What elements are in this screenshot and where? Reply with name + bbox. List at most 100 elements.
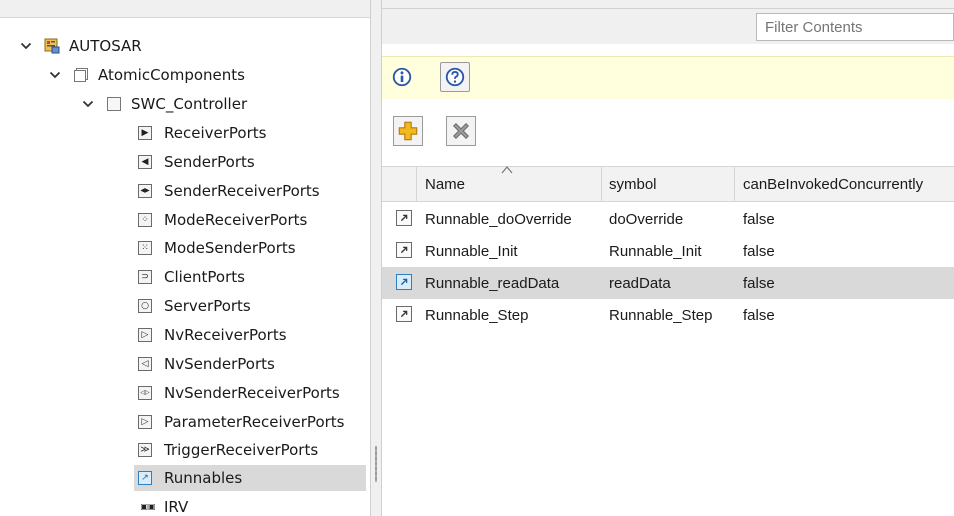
tree-item-irv[interactable]: ▣▣ IRV <box>138 494 188 516</box>
tree-item-label: ParameterReceiverPorts <box>164 413 345 431</box>
tree-node-autosar[interactable]: AUTOSAR <box>18 33 142 59</box>
runnable-icon <box>396 306 412 322</box>
tree-item-label: TriggerReceiverPorts <box>164 441 319 459</box>
tree-node-label: AtomicComponents <box>98 66 245 84</box>
column-header-label: canBeInvokedConcurrently <box>743 175 924 193</box>
tree-item-receiver-ports[interactable]: ▶ ReceiverPorts <box>138 120 266 146</box>
cell-concurrent[interactable]: false <box>743 267 775 299</box>
content-pane: Name symbol canBeInvokedConcurrently Run… <box>382 0 954 516</box>
receiver-port-icon: ▶ <box>138 126 152 140</box>
autosar-package-icon <box>44 38 60 54</box>
tree-item-label: NvSenderReceiverPorts <box>164 384 340 402</box>
tree-item-label: ModeReceiverPorts <box>164 211 308 229</box>
chevron-down-icon[interactable] <box>18 38 34 54</box>
table-row[interactable]: Runnable_Init Runnable_Init false <box>382 235 954 267</box>
tree-item-nv-sender-receiver-ports[interactable]: ◁▷ NvSenderReceiverPorts <box>138 380 340 406</box>
tree-node-swc-controller[interactable]: SWC_Controller <box>80 91 247 117</box>
column-separator[interactable] <box>734 167 735 201</box>
add-button[interactable] <box>393 116 423 146</box>
tree-item-nv-sender-ports[interactable]: ◁ NvSenderPorts <box>138 351 275 377</box>
tree-item-label: NvReceiverPorts <box>164 326 287 344</box>
tree-item-mode-receiver-ports[interactable]: ⁘ ModeReceiverPorts <box>138 207 307 233</box>
cell-name: Runnable_readData <box>425 274 560 292</box>
tree-item-label: SenderReceiverPorts <box>164 182 320 200</box>
tree-item-runnables[interactable]: ↗ Runnables <box>134 465 366 491</box>
trigger-receiver-port-icon: ≫ <box>138 443 152 457</box>
parameter-receiver-port-icon: ▷ <box>138 415 152 429</box>
pane-splitter[interactable] <box>370 0 382 516</box>
column-header-label: symbol <box>609 175 657 193</box>
tree-item-label: ModeSenderPorts <box>164 239 296 257</box>
tree-item-mode-sender-ports[interactable]: ⁙ ModeSenderPorts <box>138 235 296 261</box>
filter-toolbar <box>382 0 954 44</box>
tree-item-label: SenderPorts <box>164 153 255 171</box>
sender-receiver-port-icon: ◀▶ <box>138 184 152 198</box>
column-separator[interactable] <box>601 167 602 201</box>
tree-item-nv-receiver-ports[interactable]: ▷ NvReceiverPorts <box>138 322 287 348</box>
delete-icon <box>453 123 469 139</box>
component-icon <box>106 96 122 112</box>
column-separator <box>416 167 417 201</box>
cell-name: Runnable_Init <box>425 242 518 260</box>
irv-icon: ▣▣ <box>140 502 156 511</box>
tree-item-client-ports[interactable]: ⊃ ClientPorts <box>138 264 245 290</box>
tree-item-label: NvSenderPorts <box>164 355 275 373</box>
tree-item-parameter-receiver-ports[interactable]: ▷ ParameterReceiverPorts <box>138 409 344 435</box>
model-tree: AUTOSAR AtomicComponents SWC_Controller … <box>0 0 370 516</box>
mode-sender-port-icon: ⁙ <box>138 241 152 255</box>
column-header-label: Name <box>425 175 466 193</box>
runnable-icon <box>396 274 412 290</box>
tree-node-label: AUTOSAR <box>69 37 142 55</box>
tree-item-sender-ports[interactable]: ◀ SenderPorts <box>138 149 255 175</box>
runnable-icon <box>396 210 412 226</box>
nv-sender-port-icon: ◁ <box>138 357 152 371</box>
tree-item-label: ClientPorts <box>164 268 245 286</box>
cell-concurrent[interactable]: false <box>743 235 775 267</box>
divider <box>382 8 954 9</box>
cell-concurrent[interactable]: false <box>743 203 775 235</box>
table-header: Name symbol canBeInvokedConcurrently <box>382 166 954 202</box>
filter-contents-input[interactable] <box>756 13 954 41</box>
tree-node-atomic-components[interactable]: AtomicComponents <box>47 62 245 88</box>
help-icon <box>445 67 465 87</box>
client-port-icon: ⊃ <box>138 270 152 284</box>
add-icon <box>398 121 418 141</box>
nv-sender-receiver-port-icon: ◁▷ <box>138 386 152 400</box>
cell-concurrent[interactable]: false <box>743 299 775 331</box>
sender-port-icon: ◀ <box>138 155 152 169</box>
runnables-table: Name symbol canBeInvokedConcurrently Run… <box>382 166 954 331</box>
tree-node-label: SWC_Controller <box>131 95 248 113</box>
runnable-icon <box>396 242 412 258</box>
tree-item-trigger-receiver-ports[interactable]: ≫ TriggerReceiverPorts <box>138 437 318 463</box>
chevron-down-icon[interactable] <box>47 67 63 83</box>
cell-symbol[interactable]: readData <box>609 267 671 299</box>
info-button[interactable] <box>387 62 417 92</box>
tree-item-label: ReceiverPorts <box>164 124 267 142</box>
sort-ascending-icon <box>501 166 513 174</box>
runnable-icon: ↗ <box>138 471 152 485</box>
tree-item-label: ServerPorts <box>164 297 251 315</box>
tree-item-label: IRV <box>164 498 189 516</box>
column-header-name[interactable]: Name <box>425 166 603 201</box>
table-row[interactable]: Runnable_doOverride doOverride false <box>382 203 954 235</box>
column-header-symbol[interactable]: symbol <box>609 167 657 201</box>
mode-receiver-port-icon: ⁘ <box>138 213 152 227</box>
table-row[interactable]: Runnable_Step Runnable_Step false <box>382 299 954 331</box>
nv-receiver-port-icon: ▷ <box>138 328 152 342</box>
column-header-can-be-invoked-concurrently[interactable]: canBeInvokedConcurrently <box>743 167 923 201</box>
server-port-icon: ○ <box>138 299 152 313</box>
tree-top-band <box>0 0 370 18</box>
chevron-down-icon[interactable] <box>80 96 96 112</box>
cell-name: Runnable_doOverride <box>425 210 572 228</box>
folder-icon <box>73 67 89 83</box>
tree-item-sender-receiver-ports[interactable]: ◀▶ SenderReceiverPorts <box>138 178 320 204</box>
tree-item-server-ports[interactable]: ○ ServerPorts <box>138 293 251 319</box>
tree-item-label: Runnables <box>164 469 243 487</box>
cell-symbol[interactable]: Runnable_Init <box>609 235 702 267</box>
splitter-grip-icon[interactable] <box>375 446 377 482</box>
cell-symbol[interactable]: Runnable_Step <box>609 299 712 331</box>
cell-symbol[interactable]: doOverride <box>609 203 683 235</box>
delete-button[interactable] <box>446 116 476 146</box>
table-row-selected[interactable]: Runnable_readData readData false <box>382 267 954 299</box>
help-button[interactable] <box>440 62 470 92</box>
